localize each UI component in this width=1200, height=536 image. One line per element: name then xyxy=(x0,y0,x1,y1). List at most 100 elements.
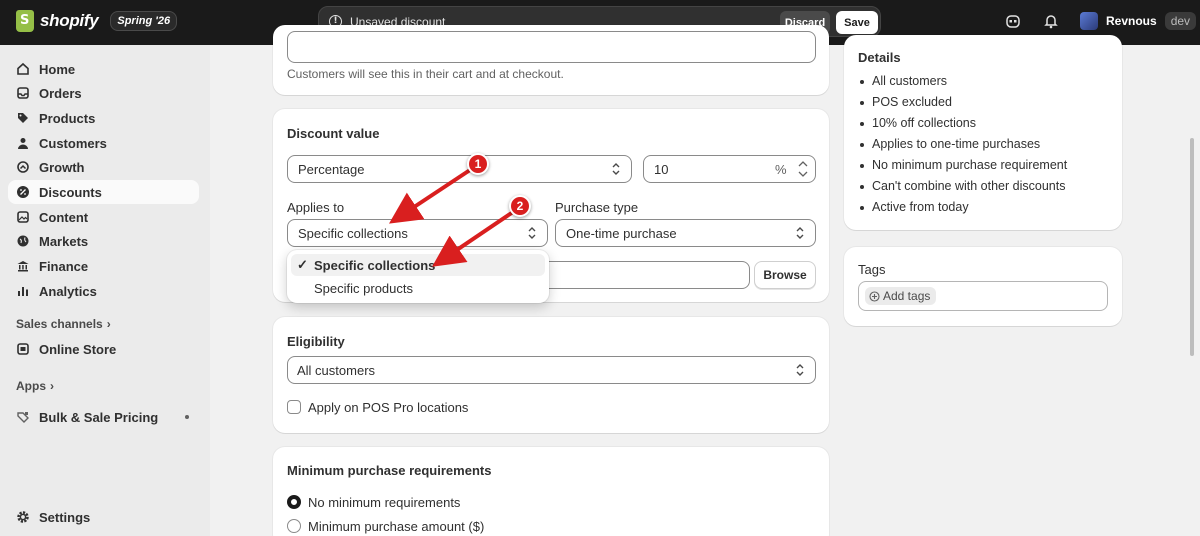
person-icon xyxy=(18,138,28,149)
tag-icon xyxy=(18,113,28,123)
edition-badge[interactable]: Spring '26 xyxy=(110,11,178,31)
eligibility-select[interactable]: All customers xyxy=(287,356,816,384)
add-tags-button[interactable]: Add tags xyxy=(865,287,937,305)
sidebar-item-label: Analytics xyxy=(39,283,97,299)
value-type-value: Percentage xyxy=(298,162,365,177)
option-label: Specific products xyxy=(314,281,413,296)
no-minimum-radio[interactable] xyxy=(287,495,301,509)
details-heading: Details xyxy=(858,50,901,65)
title-card: Customers will see this in their cart an… xyxy=(273,25,829,95)
sidebar-item-label: Markets xyxy=(39,233,89,249)
sidebar-item-home[interactable]: Home xyxy=(8,57,199,81)
title-help-text: Customers will see this in their cart an… xyxy=(287,67,564,81)
chevron-right-icon: › xyxy=(106,317,111,331)
apps-header[interactable]: Apps › xyxy=(16,379,54,393)
discount-amount-value: 10 xyxy=(654,162,669,177)
minimum-purchase-heading: Minimum purchase requirements xyxy=(287,463,492,478)
sidebar-item-label: Settings xyxy=(39,509,91,525)
value-type-select[interactable]: Percentage xyxy=(287,155,632,183)
list-item: POS excluded xyxy=(858,95,1067,116)
sidebar-item-markets[interactable]: Markets xyxy=(8,229,199,253)
bell-icon[interactable] xyxy=(1043,13,1059,29)
option-specific-products[interactable]: Specific products xyxy=(291,277,545,299)
sidebar-item-online-store[interactable]: Online Store xyxy=(8,337,199,361)
sidebar-item-orders[interactable]: Orders xyxy=(8,81,199,105)
sidebar-item-content[interactable]: Content xyxy=(8,205,199,229)
list-item: Active from today xyxy=(858,200,1067,221)
annotation-marker-2: 2 xyxy=(509,195,531,217)
scrollbar[interactable] xyxy=(1190,138,1194,356)
home-icon xyxy=(17,62,29,75)
list-item: No minimum purchase requirement xyxy=(858,158,1067,179)
minimum-amount-label: Minimum purchase amount ($) xyxy=(308,519,485,534)
avatar xyxy=(1080,12,1098,30)
applies-to-select[interactable]: Specific collections xyxy=(287,219,548,247)
pos-pro-checkbox-label: Apply on POS Pro locations xyxy=(308,400,469,415)
sidebar-item-bulk-sale-pricing[interactable]: Bulk & Sale Pricing xyxy=(8,405,199,429)
eligibility-value: All customers xyxy=(297,363,376,378)
option-label: Specific collections xyxy=(314,258,436,273)
option-specific-collections[interactable]: ✓ Specific collections xyxy=(291,254,545,276)
purchase-type-label: Purchase type xyxy=(555,200,639,215)
globe-icon xyxy=(17,235,29,247)
percent-suffix: % xyxy=(775,162,787,177)
number-stepper[interactable] xyxy=(796,158,810,180)
sidebar-item-settings[interactable]: Settings xyxy=(8,505,199,529)
sidebar-item-label: Home xyxy=(39,61,76,77)
plus-circle-icon xyxy=(869,290,880,302)
sidebar-item-customers[interactable]: Customers xyxy=(8,131,199,155)
sidebar-item-analytics[interactable]: Analytics xyxy=(8,279,199,303)
sidebar-item-discounts[interactable]: Discounts xyxy=(8,180,199,204)
sidebar-item-label: Discounts xyxy=(39,184,102,200)
chart-icon xyxy=(18,287,28,296)
inbox-icon xyxy=(17,87,29,99)
sidebar-item-finance[interactable]: Finance xyxy=(8,254,199,278)
app-pricing-icon xyxy=(17,412,29,423)
eligibility-heading: Eligibility xyxy=(287,334,345,349)
shopify-bag-icon xyxy=(16,10,34,32)
content-icon xyxy=(17,211,29,223)
chevron-right-icon: › xyxy=(50,379,54,393)
list-item: All customers xyxy=(858,74,1067,95)
applies-to-label: Applies to xyxy=(287,200,345,215)
dev-badge: dev xyxy=(1164,12,1197,30)
tags-card: Tags Add tags xyxy=(844,247,1122,326)
applies-to-value: Specific collections xyxy=(298,226,408,241)
select-chevron-icon xyxy=(796,364,804,376)
list-item: Can't combine with other discounts xyxy=(858,179,1067,200)
sidebar-item-products[interactable]: Products xyxy=(8,106,199,130)
shopify-logo[interactable]: shopify Spring '26 xyxy=(16,10,178,32)
sidebar-item-growth[interactable]: Growth xyxy=(8,155,199,179)
purchase-type-select[interactable]: One-time purchase xyxy=(555,219,816,247)
title-input[interactable] xyxy=(287,31,816,63)
discount-amount-input[interactable]: 10 % xyxy=(643,155,816,183)
gear-icon xyxy=(17,511,29,523)
applies-to-dropdown: ✓ Specific collections Specific products xyxy=(287,250,549,303)
save-button[interactable]: Save xyxy=(836,11,878,34)
annotation-marker-1: 1 xyxy=(467,153,489,175)
select-chevron-icon xyxy=(796,227,804,239)
checkmark-icon: ✓ xyxy=(297,257,308,272)
add-tags-label: Add tags xyxy=(883,289,931,303)
growth-icon xyxy=(17,161,29,173)
sidebar-item-label: Customers xyxy=(39,135,107,151)
select-chevron-icon xyxy=(612,163,620,175)
sidekick-icon[interactable] xyxy=(1005,13,1021,29)
minimum-amount-radio[interactable] xyxy=(287,519,301,533)
sidebar-item-label: Products xyxy=(39,110,96,126)
sidebar-item-label: Growth xyxy=(39,159,85,175)
minimum-purchase-card: Minimum purchase requirements No minimum… xyxy=(273,447,829,536)
sales-channels-header[interactable]: Sales channels › xyxy=(16,317,111,331)
browse-button[interactable]: Browse xyxy=(754,261,816,289)
sidebar-item-label: Bulk & Sale Pricing xyxy=(39,409,159,425)
discount-icon xyxy=(17,186,29,198)
list-item: Applies to one-time purchases xyxy=(858,137,1067,158)
tags-input[interactable]: Add tags xyxy=(858,281,1108,311)
select-chevron-icon xyxy=(528,227,536,239)
user-name: Revnous xyxy=(1106,14,1157,28)
bank-icon xyxy=(17,261,29,272)
purchase-type-value: One-time purchase xyxy=(566,226,677,241)
user-menu[interactable]: Revnous dev xyxy=(1080,12,1197,30)
eligibility-card: Eligibility All customers Apply on POS P… xyxy=(273,317,829,433)
pos-pro-checkbox[interactable] xyxy=(287,400,301,414)
